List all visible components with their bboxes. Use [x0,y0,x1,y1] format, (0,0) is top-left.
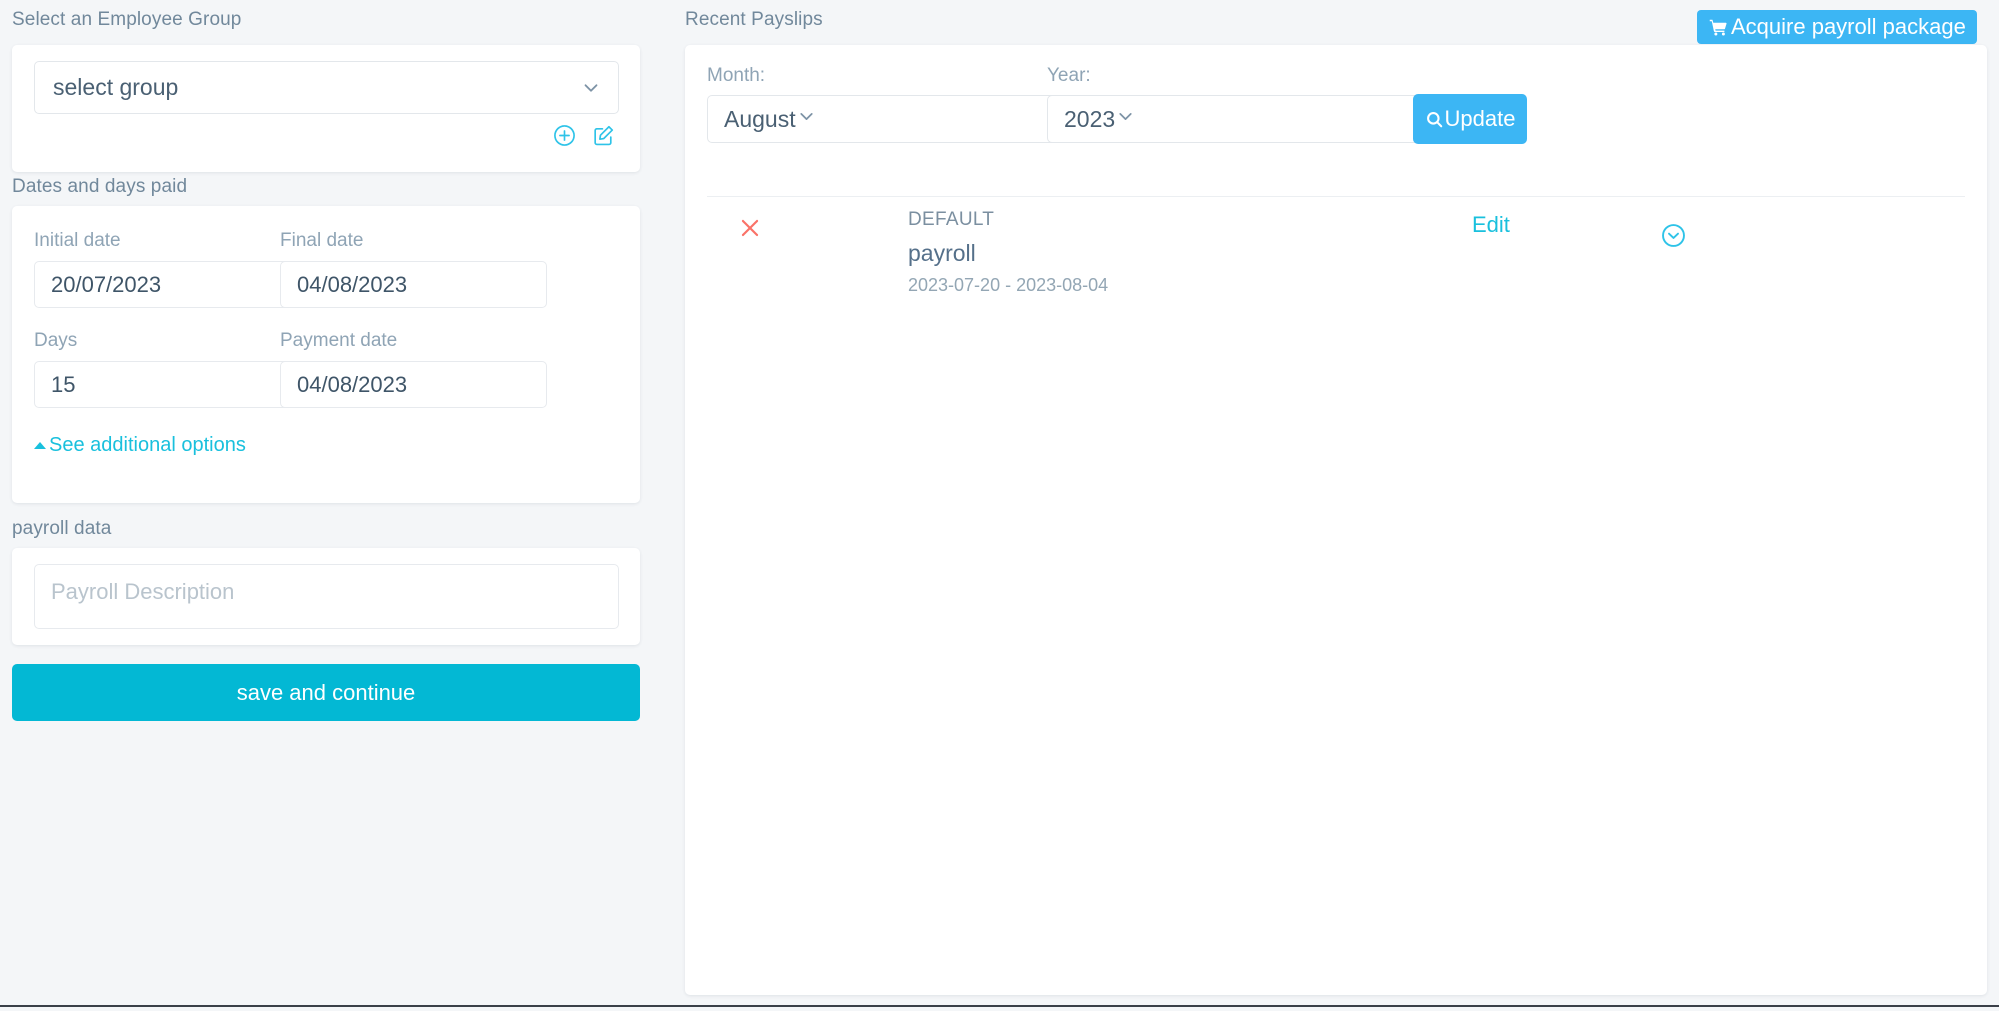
see-additional-options-link[interactable]: See additional options [34,434,246,457]
payslip-type-label: DEFAULT [908,209,995,230]
month-filter-field: Month: August [707,65,1100,143]
payroll-data-heading: payroll data [12,518,112,539]
right-column: Recent Payslips Acquire payroll package … [685,0,1987,1011]
update-button[interactable]: Update [1413,94,1527,144]
payroll-data-card [12,548,640,645]
month-filter-label: Month: [707,65,766,86]
acquire-payroll-package-button[interactable]: Acquire payroll package [1697,10,1977,44]
shopping-cart-icon [1708,17,1729,38]
app-page: Select an Employee Group select group Da… [0,0,1999,1011]
days-input[interactable] [34,361,301,408]
year-filter-label: Year: [1047,65,1091,86]
payment-date-input[interactable] [280,361,547,408]
initial-date-input[interactable] [34,261,301,308]
initial-date-field: Initial date [34,230,301,308]
recent-payslips-heading: Recent Payslips [685,9,823,30]
initial-date-label: Initial date [34,230,121,251]
payroll-description-input[interactable] [34,564,619,629]
month-filter-select[interactable]: August [707,95,1100,143]
pencil-square-icon [591,123,616,148]
year-filter-field: Year: 2023 [1047,65,1440,143]
final-date-label: Final date [280,230,364,251]
chevron-down-icon [796,106,817,133]
payment-date-field: Payment date [280,330,547,408]
dates-card: Initial date Final date Days Payment dat… [12,206,640,503]
edit-group-button[interactable] [591,123,616,148]
final-date-input[interactable] [280,261,547,308]
caret-up-icon [34,442,46,449]
employee-group-select-value: select group [53,74,179,100]
employee-group-select[interactable]: select group [34,61,619,114]
expand-payslip-button[interactable] [1660,222,1687,249]
employee-group-card: select group [12,45,640,172]
employee-group-actions [552,123,616,148]
year-filter-value: 2023 [1064,105,1116,132]
window-bottom-border [0,1005,1999,1007]
payslip-info: DEFAULT payroll 2023-07-20 - 2023-08-04 [908,209,1108,296]
year-filter-select[interactable]: 2023 [1047,95,1440,143]
days-label: Days [34,330,78,351]
payslip-name: payroll [908,240,976,266]
payslip-date-range: 2023-07-20 - 2023-08-04 [908,275,1109,295]
see-additional-options-label: See additional options [49,434,246,456]
left-column: Select an Employee Group select group Da… [12,0,640,1011]
chevron-down-circle-icon [1660,224,1687,252]
chevron-down-icon [580,77,602,99]
add-group-button[interactable] [552,123,577,148]
final-date-field: Final date [280,230,547,308]
edit-payslip-link[interactable]: Edit [1472,212,1510,238]
search-icon [1425,110,1444,129]
table-row[interactable]: DEFAULT payroll 2023-07-20 - 2023-08-04 … [685,197,1987,302]
chevron-down-icon [1115,106,1136,133]
circle-plus-icon [552,123,577,148]
month-filter-value: August [724,105,796,132]
employee-group-heading: Select an Employee Group [12,9,242,30]
days-field: Days [34,330,301,408]
close-x-icon [737,219,763,244]
payslips-card: Month: August Year: 2023 Update DEFAULT … [685,45,1987,995]
dates-heading: Dates and days paid [12,176,188,197]
acquire-payroll-package-label: Acquire payroll package [1731,14,1966,39]
payment-date-label: Payment date [280,330,398,351]
save-and-continue-button[interactable]: save and continue [12,664,640,721]
delete-payslip-button[interactable] [737,215,763,241]
update-button-label: Update [1444,106,1516,131]
